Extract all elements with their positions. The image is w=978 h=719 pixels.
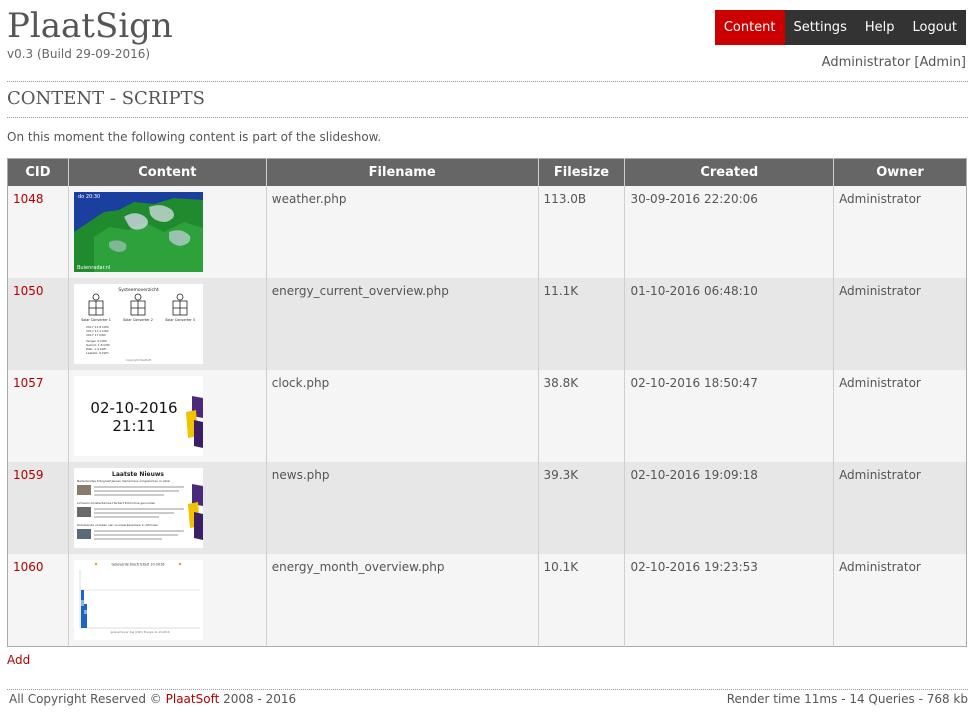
copyright-suffix: 2008 - 2016 xyxy=(219,692,297,706)
nav-settings[interactable]: Settings xyxy=(784,10,856,45)
news-thumbnail[interactable]: Laatste Nieuws Nederlandse fotograaf Jer… xyxy=(73,467,203,548)
filesize-cell: 10.1K xyxy=(538,553,626,646)
col-header-owner[interactable]: Owner xyxy=(833,158,967,186)
created-cell: 02-10-2016 18:50:47 xyxy=(624,369,835,462)
nav-content[interactable]: Content xyxy=(714,10,785,45)
brand: PlaatSign v0.3 (Build 29-09-2016) xyxy=(7,6,173,61)
cid-link[interactable]: 1048 xyxy=(13,192,44,206)
footer-copyright: All Copyright Reserved © PlaatSoft 2008 … xyxy=(9,692,296,706)
col-header-content[interactable]: Content xyxy=(68,158,267,186)
owner-cell: Administrator xyxy=(833,185,967,278)
news-headline: Onbekende oorzaak van vuurwerkexplosie i… xyxy=(77,523,159,527)
col-header-created[interactable]: Created xyxy=(624,158,835,186)
energy-current-thumbnail[interactable]: Systeemoverzicht Solar Converter 1 Solar xyxy=(73,283,203,364)
energy-month-bar xyxy=(80,589,84,628)
news-headline: Nederlandse fotograaf Jeroen Oerlemans o… xyxy=(77,479,170,483)
filename-cell: energy_month_overview.php xyxy=(266,553,539,646)
table-row: 1059 Laatste Nieuws Nederlandse fotograa… xyxy=(7,461,967,554)
converter-label: Solar Converter 3 xyxy=(165,318,195,322)
cid-link[interactable]: 1050 xyxy=(13,284,44,298)
news-title: Laatste Nieuws xyxy=(112,471,164,478)
current-user: Administrator [Admin] xyxy=(821,55,966,70)
clock-thumbnail[interactable]: 02-10-2016 21:11 xyxy=(73,375,203,456)
energy-month-bar xyxy=(83,603,87,628)
table-header-row: CID Content Filename Filesize Created Ow… xyxy=(7,158,967,186)
render-stats: Render time 11ms - 14 Queries - 768 kb xyxy=(726,692,968,706)
converter-label: Solar Converter 1 xyxy=(81,318,111,322)
filesize-cell: 38.8K xyxy=(538,369,626,462)
clock-date: 02-10-2016 xyxy=(90,399,177,417)
energy-month-thumbnail[interactable]: Geleverde Electriciteit 10-2016 geleverd… xyxy=(73,559,203,640)
filename-cell: weather.php xyxy=(266,185,539,278)
energy-title: Systeemoverzicht xyxy=(118,287,159,293)
footer-divider xyxy=(7,689,968,690)
energy-month-xlabel: geleverde per dag (kWh) Energie 11-10-20… xyxy=(110,630,169,634)
energy-stat: Laatste: 0 kWh xyxy=(86,351,109,355)
energy-month-title: Geleverde Electriciteit 10-2016 xyxy=(111,562,164,566)
filesize-cell: 11.1K xyxy=(538,277,626,370)
filesize-cell: 39.3K xyxy=(538,461,626,554)
weather-brand: Buienradar.nl xyxy=(77,265,110,271)
nav-logout[interactable]: Logout xyxy=(903,10,966,45)
created-cell: 30-09-2016 22:20:06 xyxy=(624,185,835,278)
news-headline: Lichaam Amsterdamse Herbert Eckholme gev… xyxy=(77,501,155,505)
created-cell: 02-10-2016 19:09:18 xyxy=(624,461,835,554)
filesize-cell: 113.0B xyxy=(538,185,626,278)
energy-footer: Copyright PlaatSoft xyxy=(126,358,151,362)
cid-link[interactable]: 1059 xyxy=(13,468,44,482)
plaatsoft-link[interactable]: PlaatSoft xyxy=(166,692,220,706)
owner-cell: Administrator xyxy=(833,461,967,554)
nav-help[interactable]: Help xyxy=(855,10,904,45)
col-header-cid[interactable]: CID xyxy=(7,158,69,186)
cid-link[interactable]: 1060 xyxy=(13,560,44,574)
table-row: 1060 Geleverde Electriciteit 10-2016 gel… xyxy=(7,553,967,646)
filename-cell: news.php xyxy=(266,461,539,554)
col-header-filename[interactable]: Filename xyxy=(266,158,539,186)
copyright-prefix: All Copyright Reserved © xyxy=(9,692,166,706)
top-nav: Content Settings Help Logout xyxy=(714,10,966,45)
cid-link[interactable]: 1057 xyxy=(13,376,44,390)
clock-time: 21:11 xyxy=(112,417,155,435)
page-title: CONTENT - SCRIPTS xyxy=(7,88,205,109)
intro-text: On this moment the following content is … xyxy=(7,130,382,144)
weather-radar-thumbnail[interactable]: do 20:30 Buienradar.nl xyxy=(73,191,203,272)
created-cell: 02-10-2016 19:23:53 xyxy=(624,553,835,646)
weather-time: do 20:30 xyxy=(78,194,100,200)
owner-cell: Administrator xyxy=(833,369,967,462)
add-link[interactable]: Add xyxy=(7,653,30,667)
col-header-filesize[interactable]: Filesize xyxy=(538,158,626,186)
converter-label: Solar Converter 2 xyxy=(123,318,153,322)
content-table: CID Content Filename Filesize Created Ow… xyxy=(7,158,967,647)
table-row: 1050 Systeemoverzicht Solar Converter 1 … xyxy=(7,277,967,370)
app-version: v0.3 (Build 29-09-2016) xyxy=(7,47,151,61)
created-cell: 01-10-2016 06:48:10 xyxy=(624,277,835,370)
title-divider xyxy=(7,117,968,118)
energy-stat: 2017 17 kWh xyxy=(86,333,106,337)
table-row: 1057 02-10-2016 21:11 clock.php 38.8K 02… xyxy=(7,369,967,462)
filename-cell: energy_current_overview.php xyxy=(266,277,539,370)
owner-cell: Administrator xyxy=(833,277,967,370)
owner-cell: Administrator xyxy=(833,553,967,646)
filename-cell: clock.php xyxy=(266,369,539,462)
table-row: 1048 do 20:30 Buienradar.nl weather.php … xyxy=(7,185,967,278)
app-title: PlaatSign xyxy=(7,6,173,46)
header-divider xyxy=(7,81,968,82)
